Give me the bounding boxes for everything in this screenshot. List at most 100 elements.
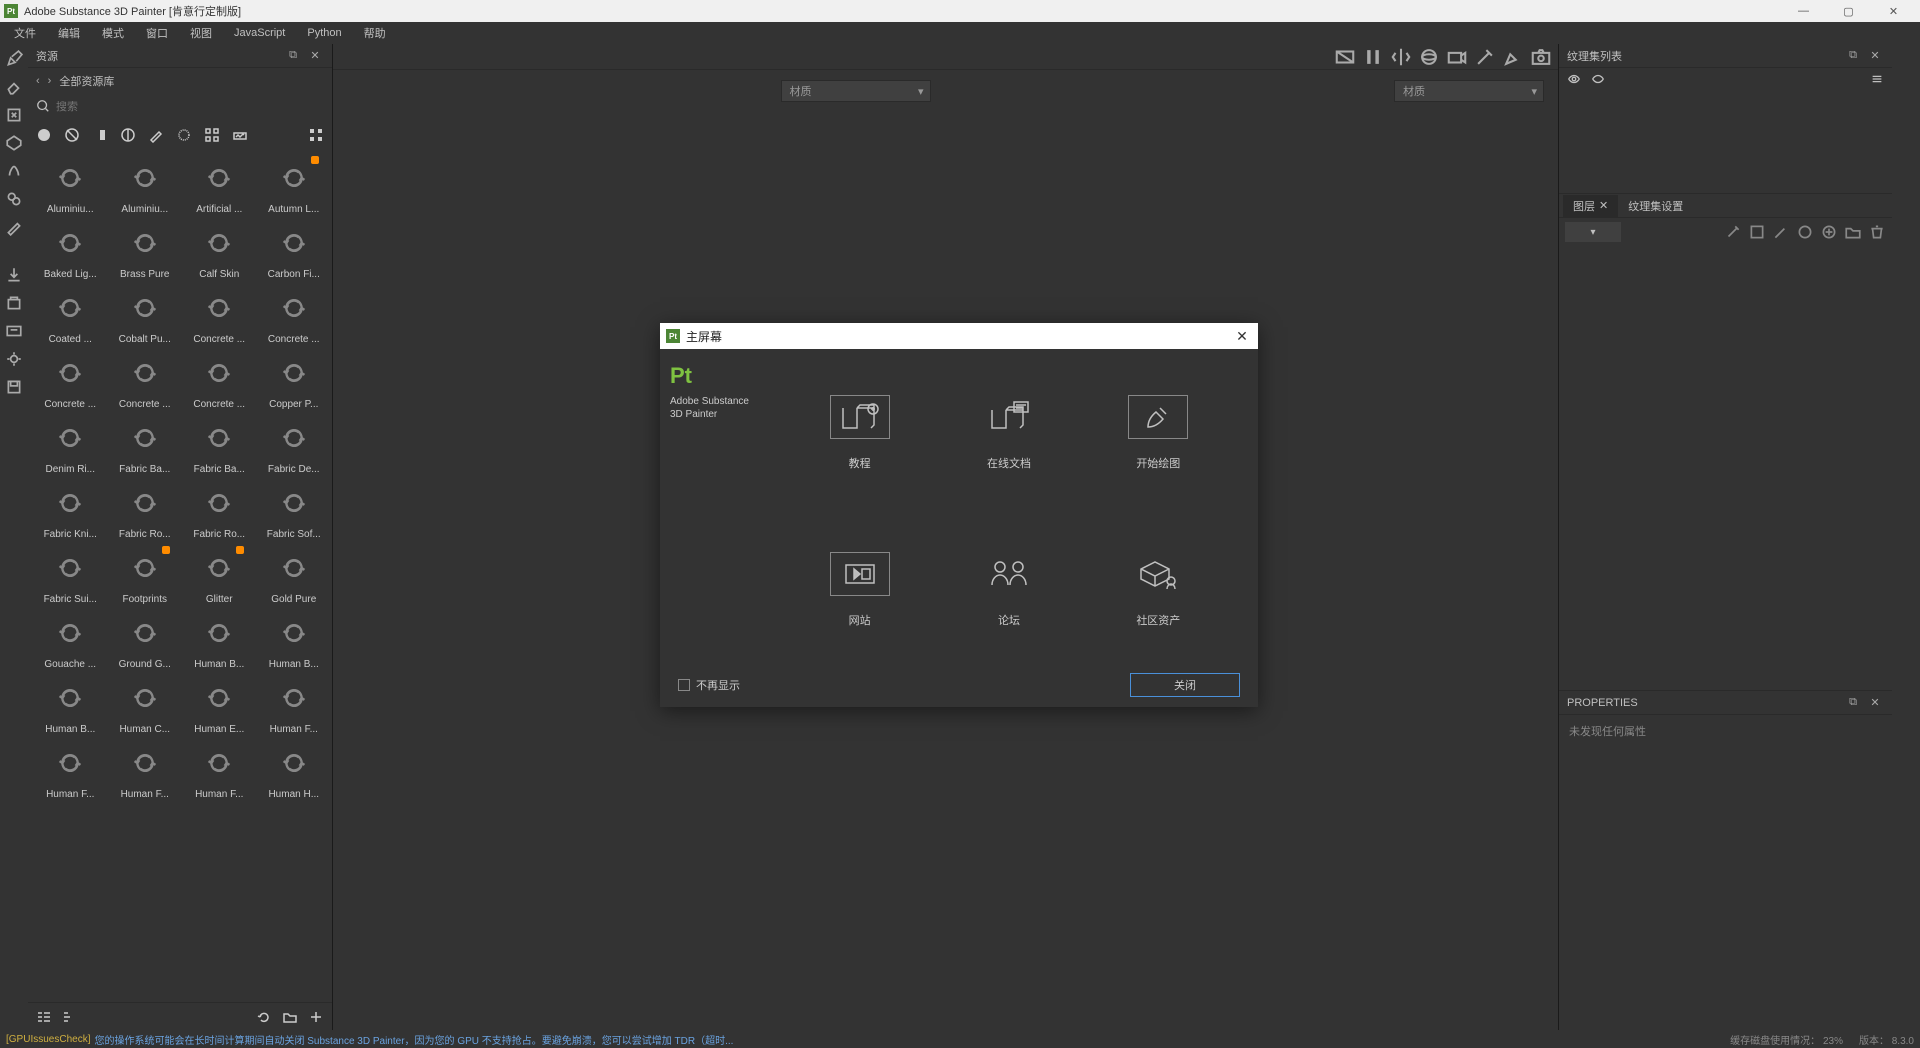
delete-layer-icon[interactable]: [1868, 223, 1886, 241]
tab-close-icon[interactable]: ✕: [1599, 199, 1608, 212]
filter-environment-icon[interactable]: [232, 127, 248, 143]
brush-tool-icon[interactable]: [5, 50, 23, 68]
asset-item[interactable]: Fabric Ro...: [185, 479, 254, 540]
asset-item[interactable]: Fabric Ro...: [111, 479, 180, 540]
export-icon[interactable]: [5, 266, 23, 284]
dialog-close-icon[interactable]: ✕: [1232, 328, 1252, 345]
welcome-tile[interactable]: 社区资产: [1089, 526, 1228, 653]
filter-brush-icon[interactable]: [148, 127, 164, 143]
menu-item[interactable]: 窗口: [136, 23, 178, 43]
vp-symmetry-icon[interactable]: [1390, 47, 1412, 67]
menu-item[interactable]: 视图: [180, 23, 222, 43]
undock-icon[interactable]: ⧉: [1844, 47, 1862, 65]
welcome-tile[interactable]: 网站: [790, 526, 929, 653]
asset-item[interactable]: Copper P...: [260, 349, 329, 410]
asset-item[interactable]: Autumn L...: [260, 154, 329, 215]
asset-item[interactable]: Fabric Ba...: [185, 414, 254, 475]
asset-item[interactable]: Human B...: [260, 609, 329, 670]
bake-icon[interactable]: [5, 294, 23, 312]
welcome-tile[interactable]: 开始绘图: [1089, 369, 1228, 496]
footer-refresh-icon[interactable]: [256, 1009, 272, 1025]
asset-item[interactable]: Fabric Sof...: [260, 479, 329, 540]
vp-light-icon[interactable]: [1474, 47, 1496, 67]
asset-item[interactable]: Concrete ...: [260, 284, 329, 345]
polygon-fill-tool-icon[interactable]: [5, 134, 23, 152]
asset-item[interactable]: Human H...: [260, 739, 329, 800]
dialog-close-button[interactable]: 关闭: [1130, 673, 1240, 697]
vp-brush-icon[interactable]: [1502, 47, 1524, 67]
asset-item[interactable]: Glitter: [185, 544, 254, 605]
footer-grouped-icon[interactable]: [62, 1009, 78, 1025]
close-panel-icon[interactable]: ✕: [306, 47, 324, 65]
asset-item[interactable]: Human F...: [260, 674, 329, 735]
add-adjustment-icon[interactable]: [1772, 223, 1790, 241]
asset-item[interactable]: Ground G...: [111, 609, 180, 670]
visibility-all-icon[interactable]: [1591, 72, 1605, 89]
viewport-2d-mode-dropdown[interactable]: 材质: [1394, 80, 1544, 102]
menu-item[interactable]: 模式: [92, 23, 134, 43]
filter-alpha-icon[interactable]: [176, 127, 192, 143]
asset-item[interactable]: Fabric Kni...: [36, 479, 105, 540]
vp-screenshot-icon[interactable]: [1530, 47, 1552, 67]
asset-item[interactable]: Carbon Fi...: [260, 219, 329, 280]
vp-perspective-icon[interactable]: [1418, 47, 1440, 67]
asset-item[interactable]: Concrete ...: [111, 349, 180, 410]
filter-smart-mask-icon[interactable]: [92, 127, 108, 143]
close-window-button[interactable]: ✕: [1871, 0, 1916, 22]
texture-settings-icon[interactable]: [1870, 72, 1884, 89]
close-panel-icon[interactable]: ✕: [1866, 694, 1884, 712]
vp-camera-icon[interactable]: [1446, 47, 1468, 67]
asset-item[interactable]: Fabric De...: [260, 414, 329, 475]
add-folder-icon[interactable]: [1844, 223, 1862, 241]
tab-layers[interactable]: 图层 ✕: [1563, 195, 1618, 217]
save-icon[interactable]: [5, 378, 23, 396]
asset-item[interactable]: Cobalt Pu...: [111, 284, 180, 345]
filter-material-icon[interactable]: [36, 127, 52, 143]
render-icon[interactable]: [5, 322, 23, 340]
undock-icon[interactable]: ⧉: [1844, 694, 1862, 712]
asset-item[interactable]: Aluminiu...: [36, 154, 105, 215]
grid-view-icon[interactable]: [308, 127, 324, 143]
status-message[interactable]: 您的操作系统可能会在长时间计算期间自动关闭 Substance 3D Paint…: [94, 1032, 733, 1047]
close-panel-icon[interactable]: ✕: [1866, 47, 1884, 65]
minimize-button[interactable]: —: [1781, 0, 1826, 22]
menu-item[interactable]: Python: [297, 25, 351, 41]
menu-item[interactable]: 文件: [4, 23, 46, 43]
back-icon[interactable]: ‹: [36, 75, 40, 87]
eraser-tool-icon[interactable]: [5, 78, 23, 96]
tab-texture-settings[interactable]: 纹理集设置: [1618, 195, 1693, 217]
asset-item[interactable]: Footprints: [111, 544, 180, 605]
smudge-tool-icon[interactable]: [5, 162, 23, 180]
asset-item[interactable]: Denim Ri...: [36, 414, 105, 475]
forward-icon[interactable]: ›: [48, 75, 52, 87]
undock-icon[interactable]: ⧉: [284, 47, 302, 65]
welcome-tile[interactable]: 论坛: [939, 526, 1078, 653]
asset-item[interactable]: Human F...: [185, 739, 254, 800]
clone-tool-icon[interactable]: [5, 190, 23, 208]
asset-item[interactable]: Calf Skin: [185, 219, 254, 280]
asset-item[interactable]: Fabric Ba...: [111, 414, 180, 475]
vp-pause-icon[interactable]: [1362, 47, 1384, 67]
asset-item[interactable]: Concrete ...: [36, 349, 105, 410]
asset-item[interactable]: Concrete ...: [185, 349, 254, 410]
add-effect-icon[interactable]: [1724, 223, 1742, 241]
welcome-tile[interactable]: 在线文档: [939, 369, 1078, 496]
add-mask-icon[interactable]: [1748, 223, 1766, 241]
add-layer-icon[interactable]: [1820, 223, 1838, 241]
asset-item[interactable]: Coated ...: [36, 284, 105, 345]
settings-icon[interactable]: [5, 350, 23, 368]
projection-tool-icon[interactable]: [5, 106, 23, 124]
asset-item[interactable]: Fabric Sui...: [36, 544, 105, 605]
blend-mode-dropdown[interactable]: ▾: [1565, 222, 1621, 242]
footer-folder-icon[interactable]: [282, 1009, 298, 1025]
filter-texture-icon[interactable]: [204, 127, 220, 143]
viewport-3d-mode-dropdown[interactable]: 材质: [781, 80, 931, 102]
asset-item[interactable]: Baked Lig...: [36, 219, 105, 280]
asset-item[interactable]: Concrete ...: [185, 284, 254, 345]
asset-item[interactable]: Human F...: [36, 739, 105, 800]
filter-filter-icon[interactable]: [120, 127, 136, 143]
dont-show-checkbox[interactable]: [678, 679, 690, 691]
material-picker-icon[interactable]: [5, 218, 23, 236]
asset-item[interactable]: Gouache ...: [36, 609, 105, 670]
asset-item[interactable]: Brass Pure: [111, 219, 180, 280]
